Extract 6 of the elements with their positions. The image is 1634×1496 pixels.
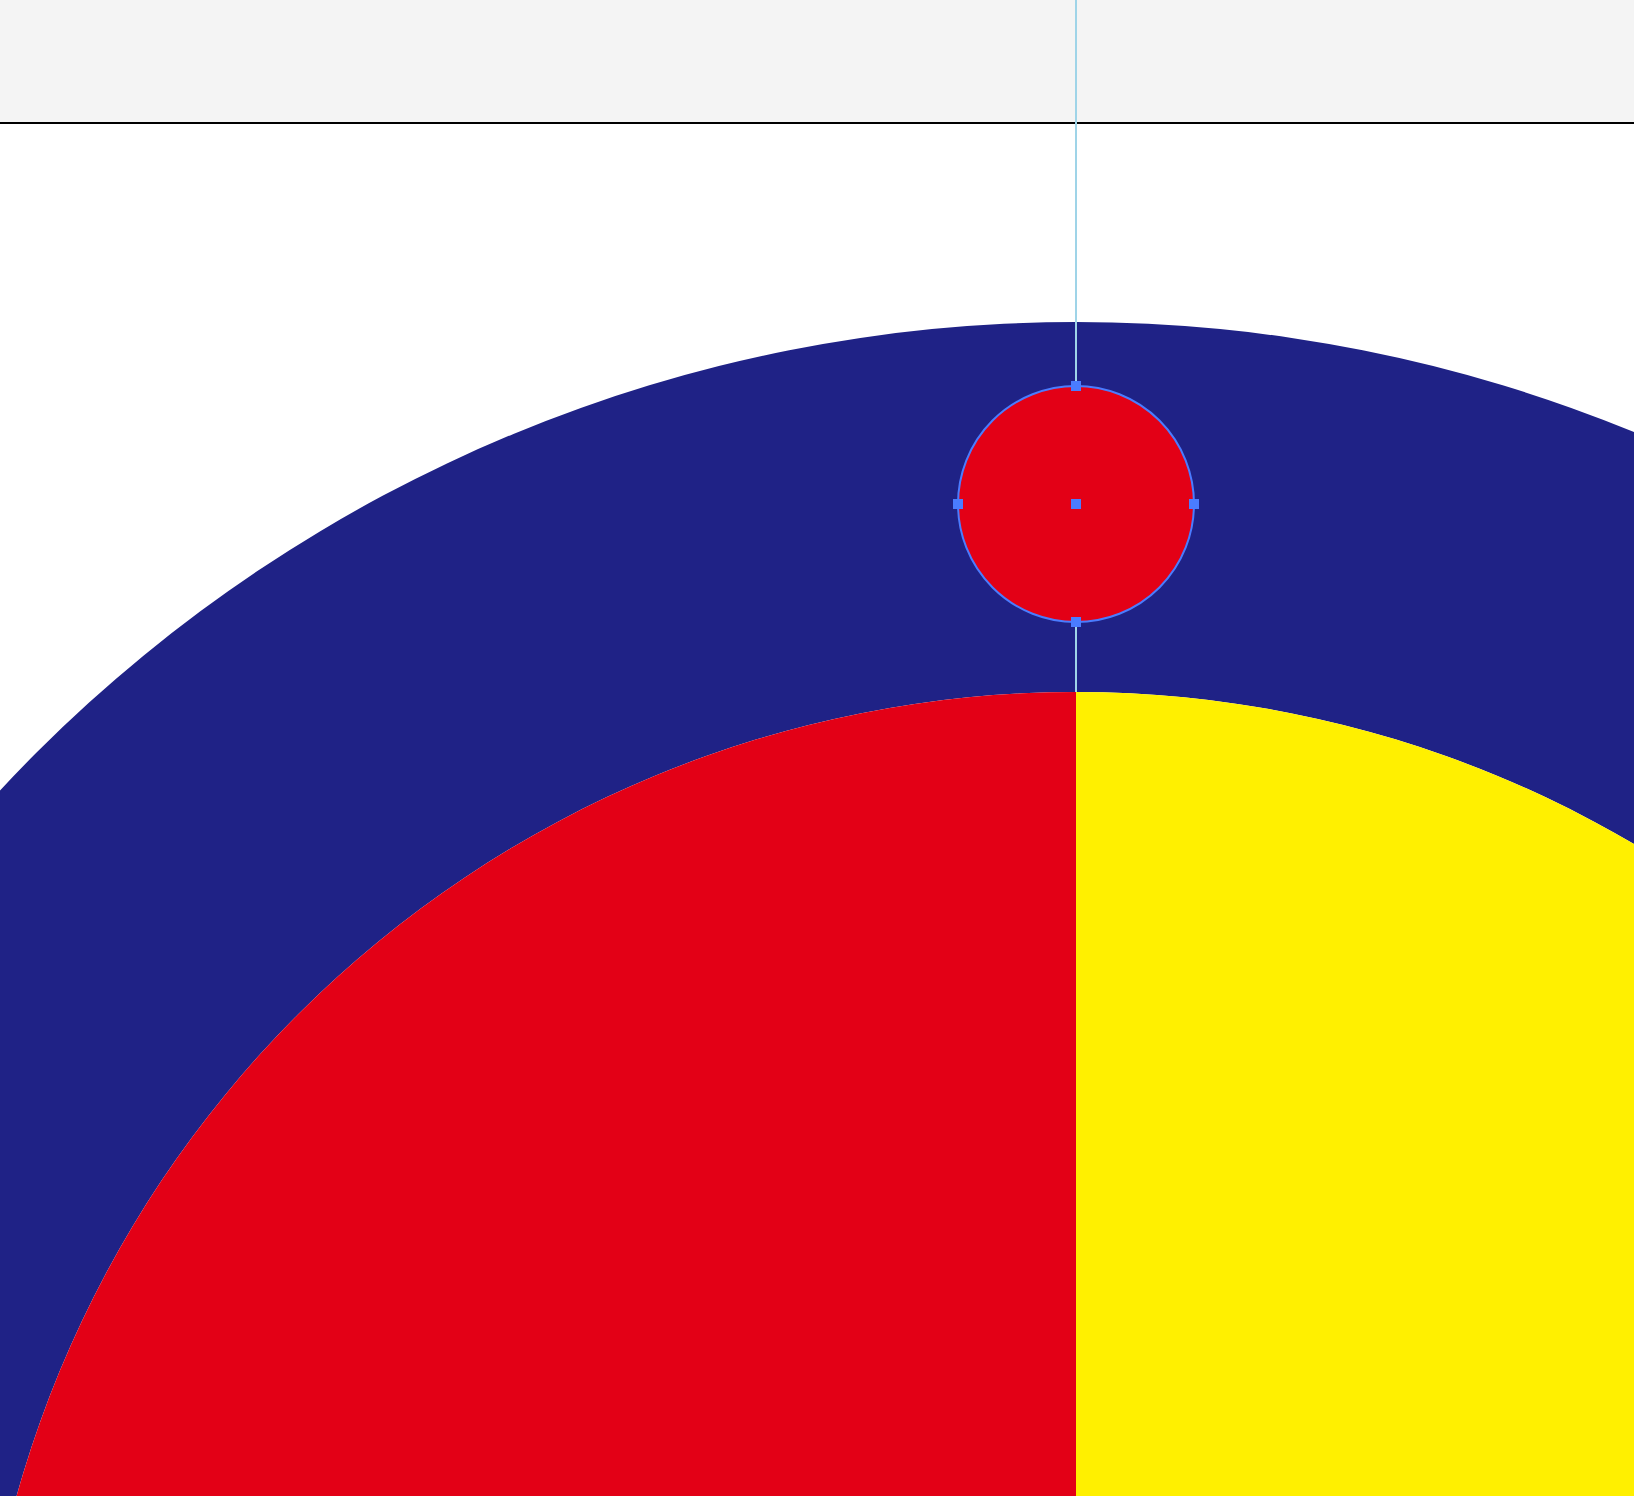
anchor-point-handle[interactable]: [953, 499, 963, 509]
anchor-point-handle[interactable]: [1071, 617, 1081, 627]
circle-shape[interactable]: [957, 385, 1195, 623]
anchor-point-handle[interactable]: [1189, 499, 1199, 509]
anchor-point-handle[interactable]: [1071, 381, 1081, 391]
anchor-point-handle[interactable]: [1071, 499, 1081, 509]
